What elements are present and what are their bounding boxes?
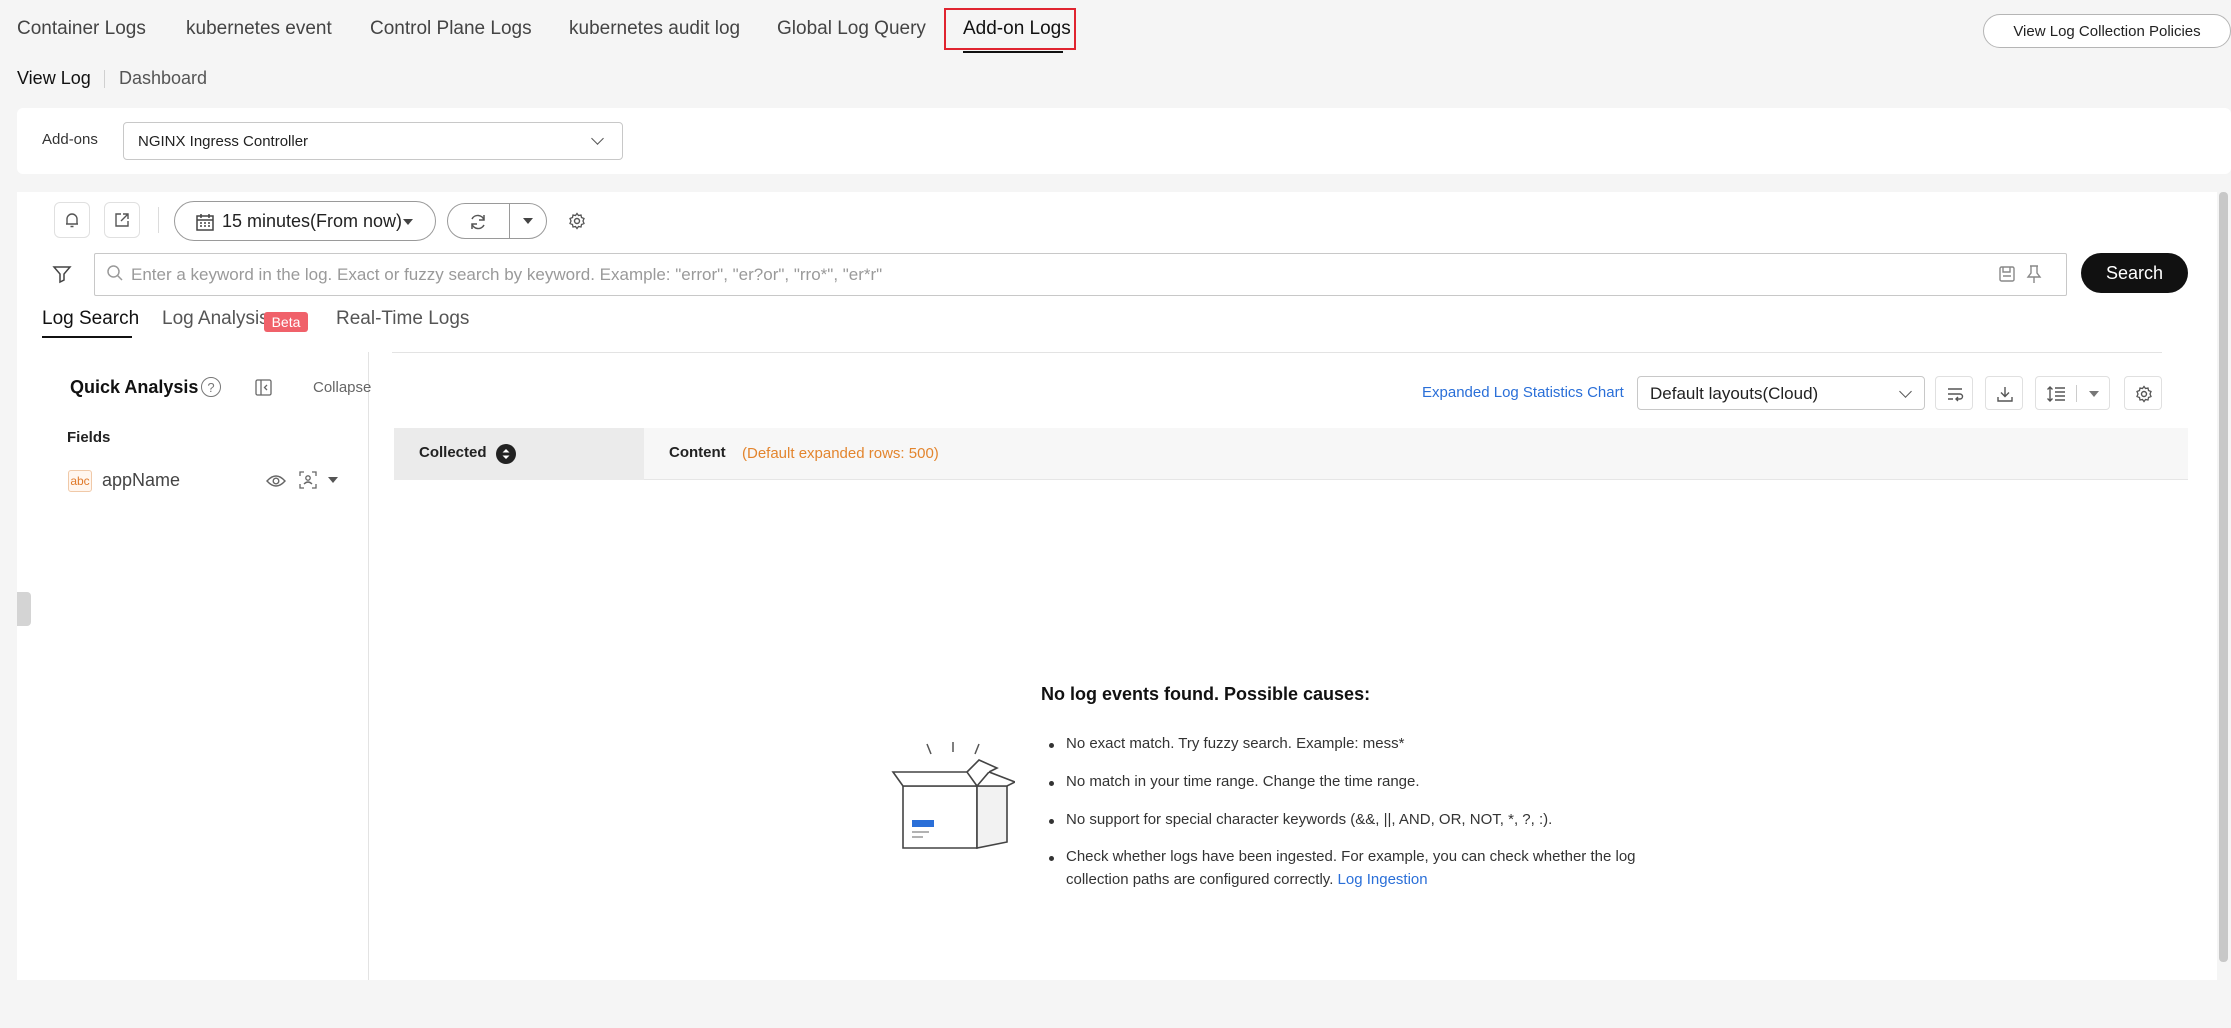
bullet-dot	[1049, 743, 1054, 748]
help-icon[interactable]: ?	[201, 377, 221, 397]
refresh-button-group	[447, 203, 547, 239]
empty-cause-4-line1: Check whether logs have been ingested. F…	[1066, 848, 1636, 865]
filter-icon	[52, 266, 72, 284]
tab-dashboard[interactable]: Dashboard	[119, 68, 207, 89]
sub-tab-divider	[104, 70, 105, 88]
open-new-window-button[interactable]	[104, 202, 140, 238]
refresh-dropdown-icon[interactable]	[523, 218, 533, 225]
wrap-text-icon	[1948, 388, 1964, 402]
empty-cause-3: No support for special character keyword…	[1066, 811, 1553, 828]
calendar-icon	[196, 214, 214, 231]
empty-cause-4-line2: collection paths are configured correctl…	[1066, 868, 1428, 891]
addons-panel: Add-ons NGINX Ingress Controller	[17, 108, 2231, 174]
wrap-lines-button[interactable]	[1935, 376, 1973, 410]
quick-analysis-title: Quick Analysis	[70, 377, 199, 397]
column-content: Content	[669, 444, 726, 461]
empty-cause-1: No exact match. Try fuzzy search. Exampl…	[1066, 735, 1405, 752]
layout-select[interactable]: Default layouts(Cloud)	[1637, 376, 1925, 410]
log-ingestion-link[interactable]: Log Ingestion	[1338, 871, 1428, 888]
expanded-rows-note: (Default expanded rows: 500)	[742, 445, 939, 462]
refresh-icon[interactable]	[468, 212, 488, 232]
time-range-label: 15 minutes(From now)	[222, 211, 403, 231]
layout-chevron-down-icon	[1899, 385, 1912, 398]
collapse-panel-icon[interactable]	[255, 379, 272, 396]
alarm-button[interactable]	[54, 202, 90, 238]
search-icon	[107, 265, 123, 281]
addons-select[interactable]: NGINX Ingress Controller	[123, 122, 623, 160]
bullet-dot	[1049, 781, 1054, 786]
results-settings-button[interactable]	[2124, 376, 2162, 410]
field-appname[interactable]: appName	[102, 470, 180, 491]
tab-log-analysis[interactable]: Log Analysis	[162, 308, 269, 330]
view-log-collection-policies-button[interactable]: View Log Collection Policies	[1983, 14, 2231, 48]
save-query-icon[interactable]	[1998, 265, 2016, 283]
log-search-input[interactable]: Enter a keyword in the log. Exact or fuz…	[94, 253, 2067, 296]
empty-box-illustration	[891, 742, 1015, 849]
gear-icon	[569, 212, 585, 230]
field-dropdown-icon[interactable]	[328, 477, 338, 484]
addons-selected-value: NGINX Ingress Controller	[138, 133, 309, 150]
results-top-divider	[392, 352, 2162, 353]
tab-real-time-logs[interactable]: Real-Time Logs	[336, 308, 469, 330]
bullet-dot	[1049, 819, 1054, 824]
quick-analysis-pane	[42, 352, 369, 980]
bell-icon	[66, 213, 78, 228]
fields-label: Fields	[67, 429, 111, 446]
column-collected[interactable]: Collected	[419, 444, 487, 461]
chevron-down-icon	[591, 132, 604, 145]
tab-view-log[interactable]: View Log	[17, 68, 91, 89]
addons-label: Add-ons	[42, 131, 98, 148]
tab-add-on-logs[interactable]: Add-on Logs	[963, 18, 1071, 40]
toolbar-divider	[158, 207, 159, 233]
tab-global-log-query[interactable]: Global Log Query	[777, 18, 926, 40]
time-range-picker[interactable]: 15 minutes(From now)	[174, 201, 436, 241]
row-spacing-button[interactable]	[2035, 376, 2110, 410]
external-link-icon	[115, 213, 129, 227]
string-type-icon: abc	[68, 470, 92, 492]
log-table-header	[394, 428, 2188, 480]
download-icon	[1997, 387, 2013, 402]
pin-icon[interactable]	[2026, 264, 2042, 284]
expanded-log-statistics-chart-link[interactable]: Expanded Log Statistics Chart	[1422, 384, 1624, 401]
row-spacing-divider	[2076, 385, 2077, 402]
side-collapse-handle[interactable]	[17, 592, 31, 626]
toolbar-settings-button[interactable]	[559, 203, 595, 239]
tab-kubernetes-audit-log[interactable]: kubernetes audit log	[569, 18, 740, 40]
field-analysis-icon[interactable]	[299, 471, 317, 489]
download-button[interactable]	[1985, 376, 2023, 410]
collapse-button[interactable]: Collapse	[313, 379, 371, 396]
empty-cause-4-text: collection paths are configured correctl…	[1066, 871, 1334, 888]
layout-selected-value: Default layouts(Cloud)	[1650, 384, 1819, 403]
active-tab-underline	[963, 51, 1063, 53]
caret-down-icon	[403, 219, 413, 225]
empty-state-title: No log events found. Possible causes:	[1041, 684, 1371, 704]
sort-icon[interactable]	[496, 444, 516, 464]
refresh-divider	[509, 204, 510, 238]
tab-container-logs[interactable]: Container Logs	[17, 18, 146, 40]
tab-kubernetes-event[interactable]: kubernetes event	[186, 18, 332, 40]
empty-cause-2: No match in your time range. Change the …	[1066, 773, 1420, 790]
bullet-dot	[1049, 856, 1054, 861]
eye-icon[interactable]	[266, 473, 286, 489]
tab-control-plane-logs[interactable]: Control Plane Logs	[370, 18, 532, 40]
vertical-scrollbar[interactable]	[2219, 192, 2228, 962]
tab-log-search[interactable]: Log Search	[42, 308, 139, 330]
line-spacing-icon	[2047, 386, 2065, 402]
log-tab-underline	[42, 336, 132, 338]
beta-badge: Beta	[264, 312, 308, 332]
search-button[interactable]: Search	[2081, 253, 2188, 293]
top-tab-bar: Container Logs kubernetes event Control …	[0, 0, 2231, 58]
search-placeholder: Enter a keyword in the log. Exact or fuz…	[131, 265, 883, 284]
row-spacing-dropdown-icon	[2089, 391, 2099, 397]
results-gear-icon	[2136, 385, 2152, 403]
filter-button[interactable]	[44, 256, 80, 292]
